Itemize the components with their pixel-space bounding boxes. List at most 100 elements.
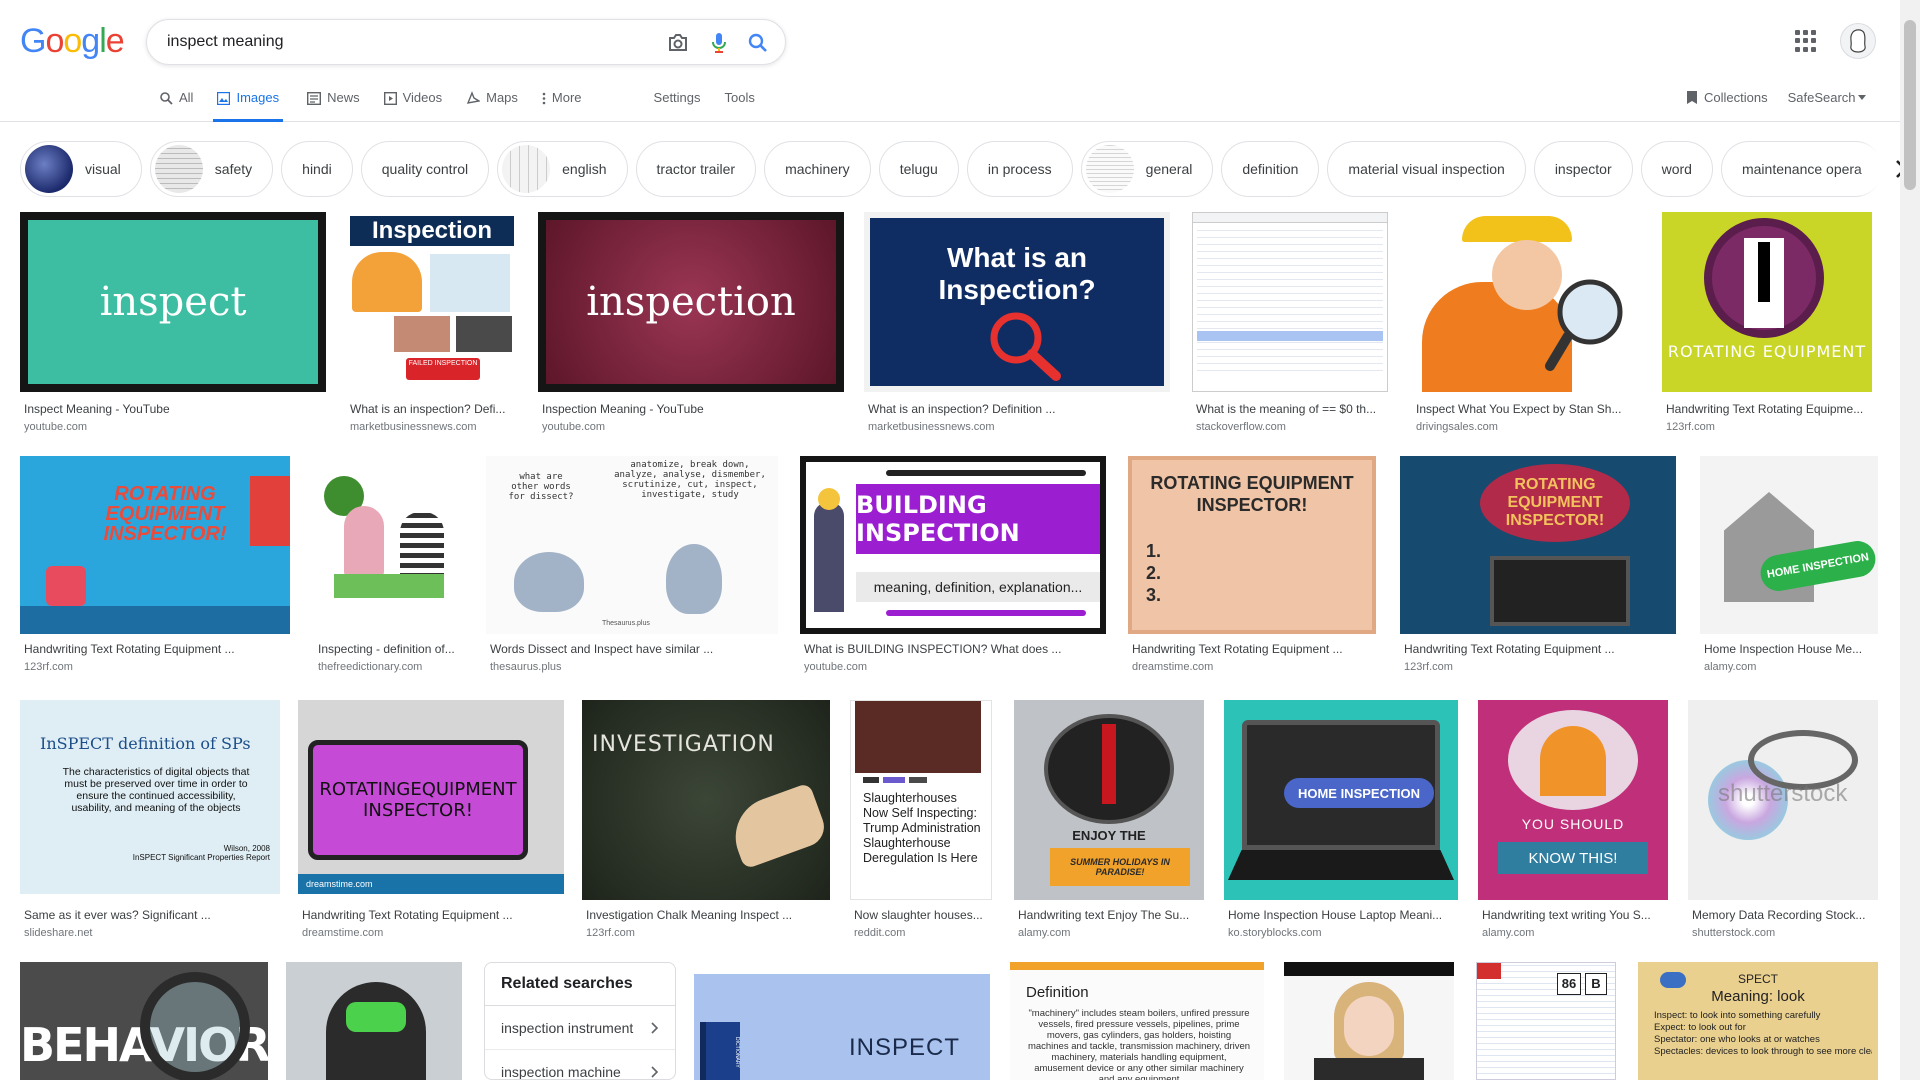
image-result[interactable]: DICTIONARY INSPECT <box>694 974 990 1080</box>
image-result[interactable]: InSPECT definition of SPs The characteri… <box>20 700 280 942</box>
image-result[interactable] <box>286 962 462 1080</box>
result-thumbnail: BEHAVIOR <box>20 962 268 1080</box>
logo-letter: o <box>45 22 64 60</box>
chip[interactable]: quality control <box>360 141 490 197</box>
chip[interactable]: safety <box>149 141 274 197</box>
image-result[interactable]: HOME INSPECTION Home Inspection House La… <box>1224 700 1458 942</box>
result-thumbnail: what are other words for dissect? anatom… <box>486 456 778 634</box>
image-result[interactable]: Inspection FAILED INSPECTION What is an … <box>346 212 518 442</box>
chip-label: tractor trailer <box>656 161 736 177</box>
logo-letter: G <box>20 22 46 60</box>
result-caption: Handwriting Text Rotating Equipme... <box>1666 402 1864 416</box>
result-source: drivingsales.com <box>1416 421 1498 433</box>
tab-maps[interactable]: Maps <box>466 84 518 122</box>
image-result[interactable]: Slaughterhouses Now Self Inspecting: Tru… <box>850 700 992 942</box>
tab-more[interactable]: More <box>542 84 582 122</box>
image-result[interactable]: Inspect What You Expect by Stan Sh... dr… <box>1412 212 1640 442</box>
chip[interactable]: machinery <box>764 141 871 197</box>
image-result[interactable]: inspect Inspect Meaning - YouTube youtub… <box>20 212 326 442</box>
tab-images[interactable]: Images <box>213 84 284 122</box>
image-result[interactable]: shutterstock Memory Data Recording Stock… <box>1688 700 1878 942</box>
image-result[interactable]: ROTATING EQUIPMENT INSPECTOR! Handwritin… <box>1400 456 1676 682</box>
result-thumbnail: ROTATING EQUIPMENT <box>1662 212 1872 392</box>
chip[interactable]: general <box>1080 141 1214 197</box>
result-source: marketbusinessnews.com <box>350 421 477 433</box>
image-result[interactable]: ROTATING EQUIPMENT INSPECTOR! 1. 2. 3. H… <box>1128 456 1376 682</box>
result-source: 123rf.com <box>1666 421 1715 433</box>
image-result[interactable]: what are other words for dissect? anatom… <box>486 456 778 682</box>
result-thumbnail: ENJOY THE SUMMER HOLIDAYS IN PARADISE! <box>1014 700 1204 900</box>
image-result[interactable]: ROTATING EQUIPMENT INSPECTOR! Handwritin… <box>20 456 290 682</box>
result-caption: Now slaughter houses... <box>854 908 983 922</box>
chip-label: definition <box>1242 161 1299 177</box>
chip[interactable]: telugu <box>878 141 959 197</box>
thumbnail-text: anatomize, break down, analyze, analyse,… <box>614 460 766 500</box>
image-result[interactable]: Definition "machinery" includes steam bo… <box>1010 962 1264 1080</box>
chip-label: word <box>1661 161 1692 177</box>
thumbnail-text: Slaughterhouses Now Self Inspecting: Tru… <box>863 791 981 865</box>
image-result[interactable]: HOME INSPECTION Home Inspection House Me… <box>1700 456 1878 682</box>
tab-videos[interactable]: Videos <box>383 84 442 122</box>
scrollbar-thumb[interactable] <box>1904 20 1916 190</box>
related-search-item[interactable]: inspection machine <box>485 1050 675 1079</box>
related-search-item[interactable]: inspection instrument <box>485 1006 675 1050</box>
image-result[interactable]: What is an Inspection? What is an inspec… <box>864 212 1170 442</box>
thumbnail-text: Thesaurus.plus <box>602 620 650 627</box>
tab-news[interactable]: News <box>307 84 360 122</box>
image-result[interactable]: ROTATING EQUIPMENT Handwriting Text Rota… <box>1662 212 1872 442</box>
collections-link[interactable]: Collections <box>1686 90 1768 105</box>
safesearch-dropdown[interactable]: SafeSearch <box>1788 90 1866 105</box>
image-result[interactable]: 86 B <box>1476 962 1616 1080</box>
magnifier-icon <box>990 312 1061 381</box>
chip[interactable]: word <box>1640 141 1713 197</box>
chip[interactable]: hindi <box>281 141 353 197</box>
chip[interactable]: material visual inspection <box>1327 141 1526 197</box>
image-result[interactable]: What is the meaning of == $0 th... stack… <box>1192 212 1388 442</box>
image-result[interactable]: BEHAVIOR <box>20 962 268 1080</box>
image-result[interactable]: SPECT Meaning: look Inspect: to look int… <box>1638 962 1878 1080</box>
image-result[interactable]: ENJOY THE SUMMER HOLIDAYS IN PARADISE! H… <box>1014 700 1204 942</box>
tab-settings[interactable]: Settings <box>654 84 701 122</box>
tab-all[interactable]: All <box>160 84 193 122</box>
thumbnail-text: INSPECT <box>849 1034 961 1061</box>
chip[interactable]: tractor trailer <box>635 141 757 197</box>
thumbnail-text: ROTATINGEQUIPMENT INSPECTOR! <box>308 740 528 860</box>
refinement-chips: visual safety hindi quality control engl… <box>20 141 1896 197</box>
camera-icon[interactable] <box>666 31 690 55</box>
result-thumbnail: ROTATINGEQUIPMENT INSPECTOR! dreamstime.… <box>298 700 564 894</box>
result-source: alamy.com <box>1482 927 1535 939</box>
image-result[interactable]: BUILDING INSPECTION meaning, definition,… <box>800 456 1106 682</box>
image-result[interactable]: inspection Inspection Meaning - YouTube … <box>538 212 844 442</box>
tab-tools[interactable]: Tools <box>725 84 755 122</box>
image-result[interactable]: YOU SHOULD KNOW THIS! Handwriting text w… <box>1478 700 1668 942</box>
chip[interactable]: visual <box>20 141 142 197</box>
chip[interactable]: in process <box>966 141 1073 197</box>
search-icon[interactable] <box>746 31 770 55</box>
chip[interactable]: english <box>497 141 628 197</box>
apps-grid-icon[interactable] <box>1795 30 1817 52</box>
thumbnail-text: "machinery" includes steam boilers, unfi… <box>1027 1008 1251 1080</box>
image-result[interactable]: ROTATINGEQUIPMENT INSPECTOR! dreamstime.… <box>298 700 564 942</box>
chip[interactable]: definition <box>1221 141 1320 197</box>
result-thumbnail: Inspection FAILED INSPECTION <box>346 212 518 392</box>
image-result[interactable]: Inspecting - definition of... thefreedic… <box>314 456 466 682</box>
magnifier-icon <box>1545 279 1623 371</box>
thumbnail-text: Meaning: look <box>1711 988 1805 1005</box>
result-source: ko.storyblocks.com <box>1228 927 1322 939</box>
thumbnail-text: Wilson, 2008 InSPECT Significant Propert… <box>132 844 270 862</box>
result-caption: Words Dissect and Inspect have similar .… <box>490 642 714 656</box>
google-logo[interactable]: Google <box>20 22 125 61</box>
image-result[interactable]: INVESTIGATION Investigation Chalk Meanin… <box>582 700 830 942</box>
header: Google All Images News <box>0 0 1900 122</box>
page-scrollbar[interactable] <box>1900 0 1920 1080</box>
result-thumbnail: DICTIONARY INSPECT <box>694 974 990 1080</box>
chip[interactable]: inspector <box>1533 141 1633 197</box>
result-thumbnail: shutterstock <box>1688 700 1878 900</box>
search-input[interactable] <box>167 31 637 53</box>
avatar[interactable] <box>1840 23 1876 59</box>
microphone-icon[interactable] <box>707 31 731 55</box>
result-source: youtube.com <box>542 421 605 433</box>
search-icon <box>160 92 173 105</box>
image-result[interactable] <box>1284 962 1454 1080</box>
result-caption: What is an inspection? Definition ... <box>868 402 1056 416</box>
